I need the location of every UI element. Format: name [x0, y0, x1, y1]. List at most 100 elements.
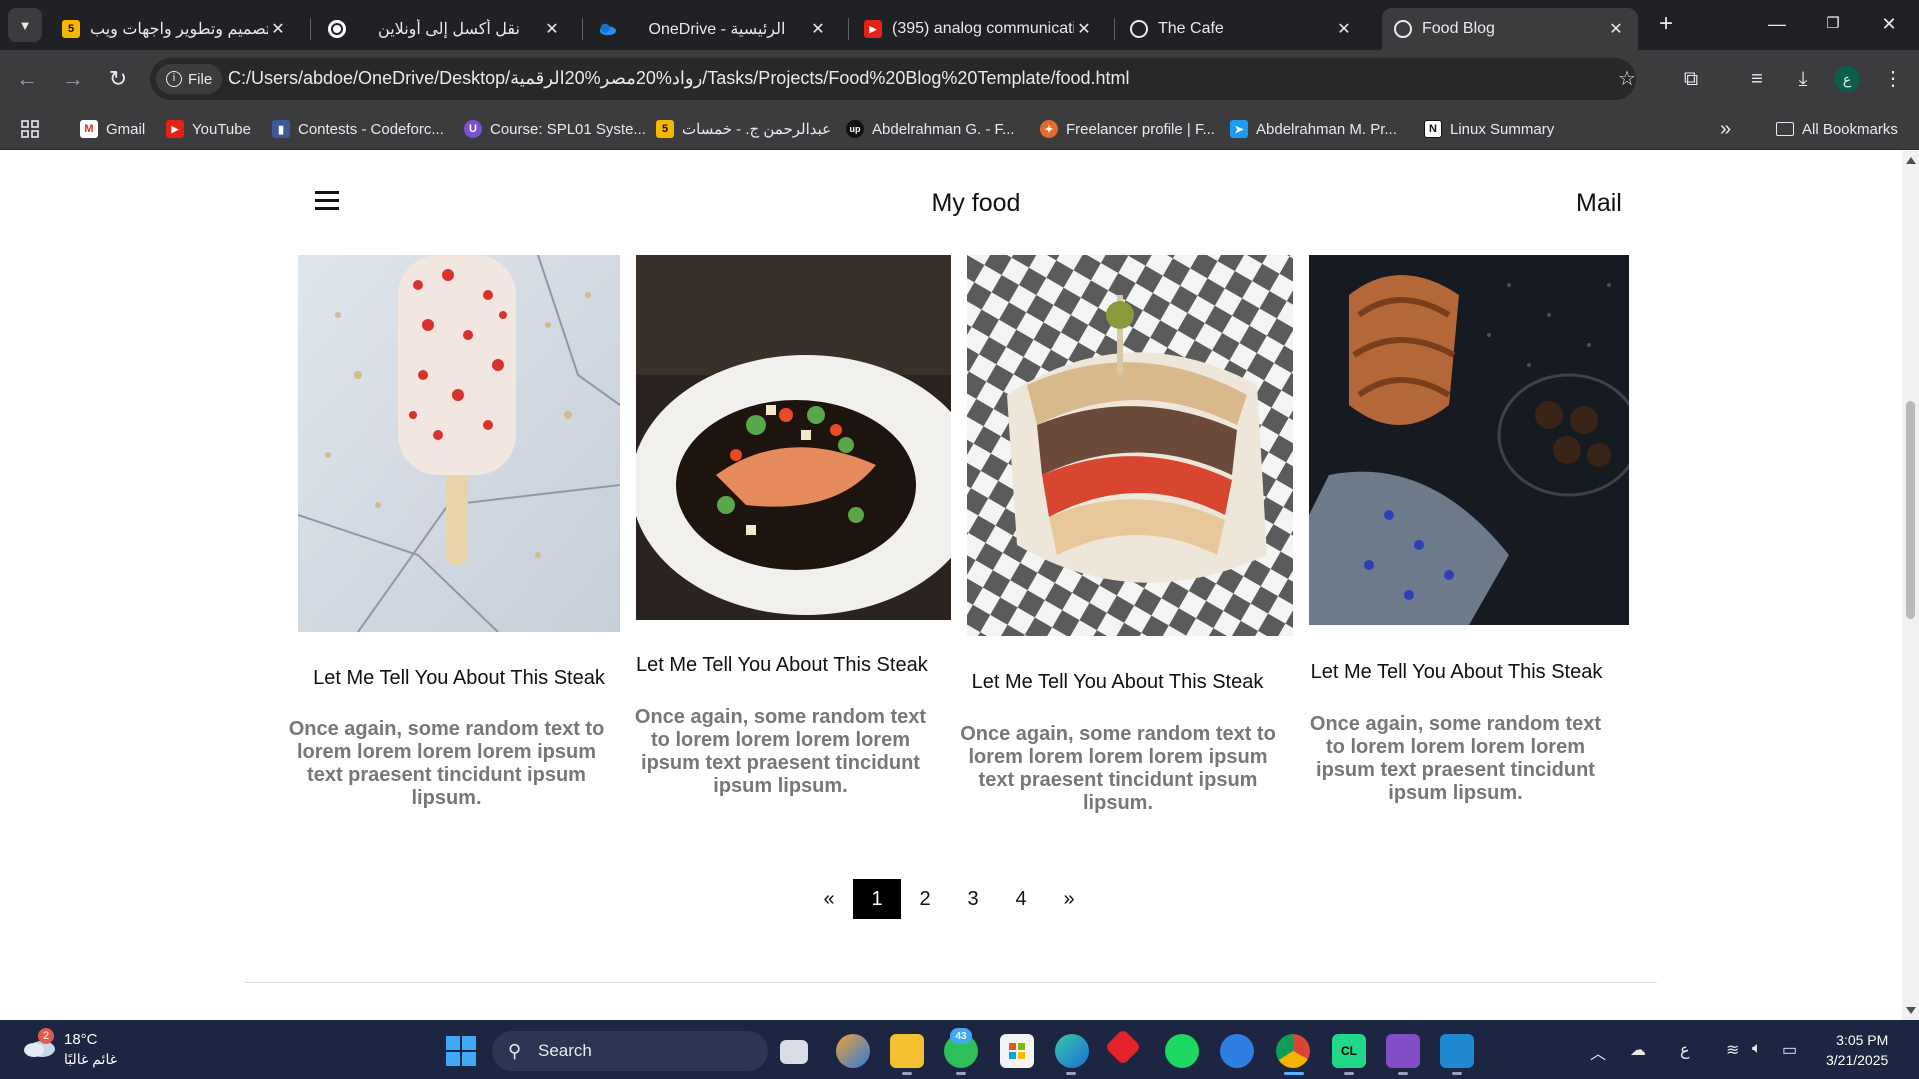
app-indicator — [1452, 1072, 1462, 1075]
visual-studio-icon[interactable] — [1386, 1034, 1420, 1068]
info-icon: i — [166, 71, 182, 87]
khamsat-icon: 5 — [656, 120, 674, 138]
apps-grid-icon[interactable] — [20, 115, 40, 143]
media-control-icon[interactable]: ≡ — [1742, 64, 1772, 94]
wifi-icon[interactable]: ≋ — [1726, 1040, 1739, 1060]
bookmark-star-icon[interactable]: ☆ — [1612, 64, 1642, 94]
pagination-page-3[interactable]: 3 — [949, 879, 997, 919]
download-icon[interactable]: ⤓ — [1788, 64, 1818, 94]
windows-start-icon[interactable] — [446, 1036, 476, 1066]
bookmark-gmail[interactable]: M Gmail — [80, 115, 145, 143]
more-menu-icon[interactable]: ⋮ — [1878, 64, 1908, 94]
whatsapp-badge: 43 — [950, 1028, 972, 1044]
card-title[interactable]: Let Me Tell You About This Steak — [298, 667, 620, 690]
battery-icon[interactable]: ▭ — [1782, 1040, 1797, 1060]
popsicle-photo — [298, 255, 620, 632]
bookmark-label: Contests - Codeforc... — [298, 120, 444, 138]
close-icon[interactable]: ✕ — [808, 19, 828, 39]
back-button[interactable]: ← — [12, 64, 42, 94]
bookmark-linux-summary[interactable]: N Linux Summary — [1424, 115, 1554, 143]
weather-description[interactable]: غائم غالبًا — [64, 1051, 117, 1068]
vscode-icon[interactable] — [1440, 1034, 1474, 1068]
microsoft-store-icon[interactable] — [1000, 1034, 1034, 1068]
forward-button[interactable]: → — [58, 64, 88, 94]
pagination: « 1 2 3 4 » — [805, 879, 1093, 919]
file-explorer-icon[interactable] — [890, 1034, 924, 1068]
footer-divider — [245, 982, 1657, 983]
youtube-icon: ▶ — [166, 120, 184, 138]
task-view-icon[interactable] — [780, 1040, 808, 1064]
page-scrollbar[interactable] — [1902, 151, 1919, 1020]
card-title[interactable]: Let Me Tell You About This Steak — [967, 671, 1268, 694]
weather-temperature[interactable]: 18°C — [64, 1031, 98, 1048]
tab-title: The Cafe — [1158, 20, 1224, 37]
chrome-icon[interactable] — [1276, 1034, 1310, 1068]
card-description: Once again, some random text to lorem lo… — [288, 718, 605, 809]
search-icon: ⚲ — [508, 1041, 522, 1061]
site-info-label: File — [188, 70, 213, 88]
clock-date: 3/21/2025 — [1826, 1052, 1889, 1068]
folder-icon — [1776, 122, 1794, 136]
language-indicator[interactable]: ع — [1680, 1040, 1690, 1060]
profile-avatar[interactable]: ع — [1834, 66, 1860, 92]
bookmark-codeforces[interactable]: ▮ Contests - Codeforc... — [272, 115, 444, 143]
window-close-button[interactable]: ✕ — [1866, 6, 1912, 42]
bookmark-label: YouTube — [192, 120, 251, 138]
scroll-up-arrow[interactable] — [1906, 157, 1916, 164]
pagination-page-4[interactable]: 4 — [997, 879, 1045, 919]
onedrive-tray-icon[interactable]: ☁ — [1630, 1040, 1646, 1060]
bookmark-label: Freelancer profile | F... — [1066, 120, 1215, 138]
pagination-page-2[interactable]: 2 — [901, 879, 949, 919]
chevron-down-icon: ▼ — [18, 17, 32, 33]
volume-icon[interactable]: 🔈︎ — [1752, 1040, 1762, 1058]
mail-link[interactable]: Mail — [1576, 189, 1622, 218]
close-icon[interactable]: ✕ — [1334, 19, 1354, 39]
url-text[interactable]: C:/Users/abdoe/OneDrive/Desktop/رواد%20م… — [228, 68, 1130, 89]
weather-app-icon[interactable] — [1220, 1034, 1254, 1068]
edge-icon[interactable] — [1055, 1034, 1089, 1068]
tab-the-cafe[interactable]: The Cafe ✕ — [1118, 8, 1366, 50]
site-info-chip[interactable]: i File — [156, 64, 223, 94]
scroll-thumb[interactable] — [1906, 401, 1915, 619]
tab-food-blog[interactable]: Food Blog ✕ — [1382, 8, 1638, 50]
close-icon[interactable]: ✕ — [1606, 19, 1626, 39]
close-icon[interactable]: ✕ — [1074, 19, 1094, 39]
bookmark-youtube[interactable]: ▶ YouTube — [166, 115, 251, 143]
openai-icon — [328, 20, 346, 38]
tab-excel-online[interactable]: نقل أكسل إلى أونلاين ✕ — [316, 8, 574, 50]
bookmark-profile[interactable]: ➤ Abdelrahman M. Pr... — [1230, 115, 1397, 143]
close-icon[interactable]: ✕ — [542, 19, 562, 39]
clion-icon[interactable]: CL — [1332, 1034, 1366, 1068]
card-title[interactable]: Let Me Tell You About This Steak — [636, 654, 928, 677]
tab-onedrive[interactable]: OneDrive - الرئيسية ✕ — [586, 8, 840, 50]
card-description: Once again, some random text to lorem lo… — [634, 706, 927, 797]
tab-separator — [1114, 18, 1115, 40]
card-title[interactable]: Let Me Tell You About This Steak — [1309, 661, 1604, 684]
bookmark-khamsat[interactable]: 5 عبدالرحمن ج. - خمسات — [656, 115, 831, 143]
chevron-up-icon[interactable]: ︿ — [1590, 1040, 1606, 1064]
pagination-next[interactable]: » — [1045, 879, 1093, 919]
app-indicator — [1066, 1072, 1076, 1075]
spotify-icon[interactable] — [1165, 1034, 1199, 1068]
bookmark-course-spl01[interactable]: U Course: SPL01 Syste... — [464, 115, 646, 143]
bookmarks-overflow-button[interactable]: » — [1720, 115, 1731, 143]
scroll-down-arrow[interactable] — [1906, 1007, 1916, 1014]
reload-button[interactable]: ↻ — [103, 64, 133, 94]
bookmark-freelancer[interactable]: ✦ Freelancer profile | F... — [1040, 115, 1215, 143]
taskbar-search[interactable]: ⚲ Search — [492, 1031, 768, 1071]
copilot-icon[interactable] — [836, 1034, 870, 1068]
tab-web-design[interactable]: 5 تصميم وتطوير واجهات ويب ✕ — [50, 8, 300, 50]
restore-button[interactable]: ❐ — [1810, 6, 1856, 42]
tab-youtube[interactable]: ▶ (395) analog communicatio ✕ — [852, 8, 1106, 50]
minimize-button[interactable]: — — [1754, 6, 1800, 42]
pagination-prev[interactable]: « — [805, 879, 853, 919]
new-tab-button[interactable]: + — [1652, 10, 1680, 38]
web-page: My food Mail Let Me Tell You About This … — [0, 151, 1902, 1020]
pagination-page-1[interactable]: 1 — [853, 879, 901, 919]
tab-search-button[interactable]: ▼ — [8, 8, 42, 42]
extensions-icon[interactable]: ⧉ — [1676, 64, 1706, 94]
close-icon[interactable]: ✕ — [268, 19, 288, 39]
bookmark-upwork[interactable]: up Abdelrahman G. - F... — [846, 115, 1015, 143]
all-bookmarks-button[interactable]: All Bookmarks — [1776, 115, 1898, 143]
system-clock[interactable]: 3:05 PM 3/21/2025 — [1826, 1030, 1888, 1070]
